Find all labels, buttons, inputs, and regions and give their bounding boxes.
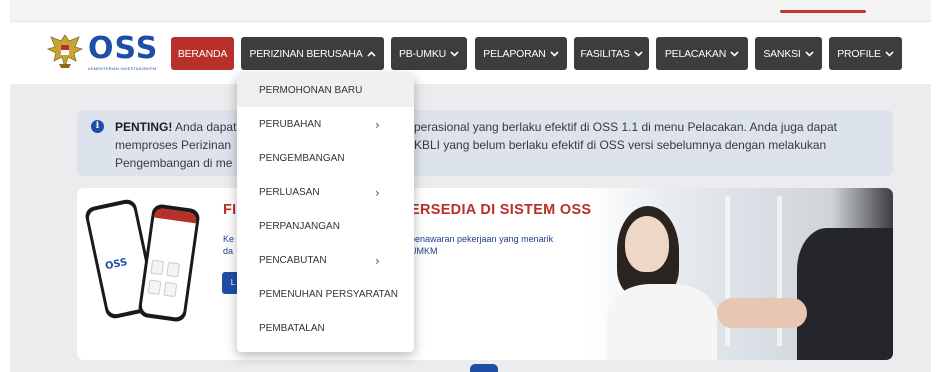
chevron-down-icon (550, 50, 559, 57)
alert-line-2-a: memproses Perizinan (115, 138, 232, 152)
chevron-down-icon (450, 50, 459, 57)
app-tile (150, 259, 165, 276)
banner-title-a: FI (223, 202, 237, 218)
banner-person-body (607, 284, 717, 360)
chevron-right-icon: › (375, 186, 380, 200)
oss-wordmark: OSS KEMENTERIAN INVESTASI/BKPM (88, 31, 159, 72)
dropdown-item-perubahan[interactable]: PERUBAHAN › (237, 107, 414, 141)
nav-pb-umku-label: PB-UMKU (398, 47, 447, 60)
alert-line-3-a: Pengembangan di me (115, 156, 233, 170)
banner-person-face (625, 216, 669, 272)
dropdown-item-perluasan[interactable]: PERLUASAN › (237, 175, 414, 209)
dropdown-item-pengembangan[interactable]: PENGEMBANGAN (237, 141, 414, 175)
top-utility-strip (10, 0, 931, 22)
phone-screen (140, 207, 198, 319)
banner-sub-1-a: Ke (223, 234, 235, 244)
scroll-top-button[interactable] (470, 364, 498, 372)
important-alert: i PENTING! Anda dapat perasional yang be… (77, 110, 893, 176)
nav-pelacakan-label: PELACAKAN (664, 47, 727, 60)
garuda-emblem-icon (46, 34, 84, 69)
banner-sub-2-b: UMKM (410, 246, 438, 256)
nav-fasilitas-label: FASILITAS (580, 47, 630, 60)
info-icon: i (91, 120, 104, 133)
banner-person-suit (797, 228, 893, 360)
dropdown-item-label: PEMBATALAN (259, 322, 325, 334)
dropdown-item-label: PERMOHONAN BARU (259, 84, 363, 96)
banner-sub-2-a: da (223, 246, 234, 256)
nav-perizinan-berusaha-label: PERIZINAN BERUSAHA (249, 47, 363, 60)
alert-line-2-b: KBLI yang belum berlaku efektif di OSS v… (414, 138, 827, 152)
alert-strong: PENTING! (115, 120, 173, 134)
main-navbar: OSS KEMENTERIAN INVESTASI/BKPM BERANDA P… (0, 22, 936, 84)
phone-oss-logo: OSS (104, 256, 129, 273)
banner-sub-1-b: penawaran pekerjaan yang menarik (410, 234, 554, 244)
app-tile (163, 281, 178, 298)
nav-pelacakan-button[interactable]: PELACAKAN (656, 37, 748, 70)
nav-sanksi-button[interactable]: SANKSI (755, 37, 822, 70)
chevron-right-icon: › (375, 254, 380, 268)
nav-pelaporan-button[interactable]: PELAPORAN (475, 37, 567, 70)
top-red-accent (780, 10, 866, 13)
alert-line-1-a: Anda dapat (172, 120, 237, 134)
dropdown-item-pencabutan[interactable]: PENCABUTAN › (237, 243, 414, 277)
dropdown-item-label: PEMENUHAN PERSYARATAN (259, 288, 398, 300)
chevron-up-icon (366, 50, 376, 57)
alert-line-1-b: perasional yang berlaku efektif di OSS 1… (414, 120, 837, 134)
dropdown-item-label: PERPANJANGAN (259, 220, 340, 232)
nav-profile-label: PROFILE (837, 47, 881, 60)
banner-title-b: ERSEDIA DI SISTEM OSS (410, 202, 592, 218)
nav-pb-umku-button[interactable]: PB-UMKU (391, 37, 467, 70)
oss-logo[interactable]: OSS KEMENTERIAN INVESTASI/BKPM (46, 31, 166, 77)
nav-perizinan-berusaha-button[interactable]: PERIZINAN BERUSAHA (241, 37, 384, 70)
chevron-down-icon (730, 50, 739, 57)
perizinan-berusaha-dropdown: PERMOHONAN BARU PERUBAHAN › PENGEMBANGAN… (237, 73, 414, 352)
promo-banner[interactable]: OSS FI ERSEDIA DI SISTEM OSS Ke penawara… (77, 188, 893, 360)
dropdown-item-pemenuhan-persyaratan[interactable]: PEMENUHAN PERSYARATAN (237, 277, 414, 311)
app-header (154, 207, 198, 224)
app-tile (147, 279, 162, 295)
chevron-down-icon (634, 50, 643, 57)
phone-illustration (137, 203, 201, 323)
dropdown-item-label: PENCABUTAN (259, 254, 327, 266)
nav-fasilitas-button[interactable]: FASILITAS (574, 37, 649, 70)
dropdown-item-label: PERUBAHAN (259, 118, 322, 130)
nav-profile-button[interactable]: PROFILE (829, 37, 902, 70)
oss-brand: OSS (88, 31, 159, 66)
chevron-down-icon (885, 50, 894, 57)
chevron-right-icon: › (375, 118, 380, 132)
nav-beranda-label: BERANDA (177, 47, 228, 60)
dropdown-item-perpanjangan[interactable]: PERPANJANGAN (237, 209, 414, 243)
nav-pelaporan-label: PELAPORAN (483, 47, 546, 60)
dropdown-item-permohonan-baru[interactable]: PERMOHONAN BARU (237, 73, 414, 107)
nav-sanksi-label: SANKSI (763, 47, 801, 60)
nav-beranda-button[interactable]: BERANDA (171, 37, 234, 70)
chevron-down-icon (805, 50, 814, 57)
app-tile (166, 261, 181, 278)
dropdown-item-label: PENGEMBANGAN (259, 152, 345, 164)
dropdown-item-label: PERLUASAN (259, 186, 320, 198)
banner-handshake (717, 298, 807, 328)
dropdown-item-pembatalan[interactable]: PEMBATALAN (237, 311, 414, 345)
alert-line-1: PENTING! Anda dapat (115, 120, 236, 134)
oss-brand-sub: KEMENTERIAN INVESTASI/BKPM (88, 66, 157, 71)
